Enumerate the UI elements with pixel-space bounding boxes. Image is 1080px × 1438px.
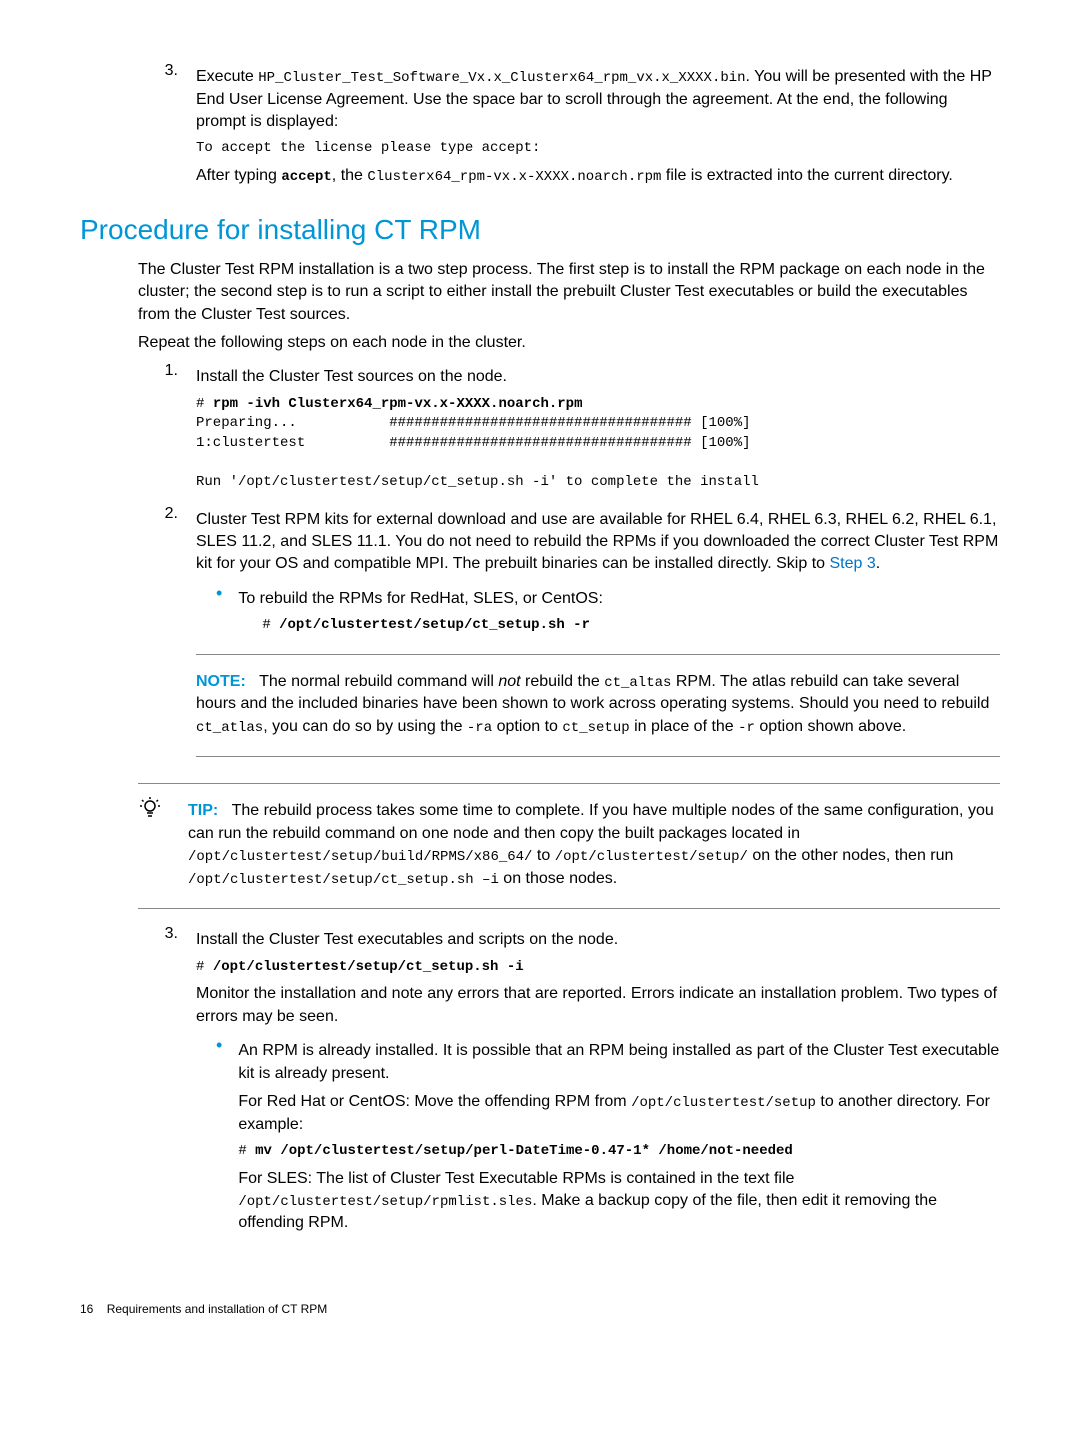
intro-paragraph-2: Repeat the following steps on each node … [138,332,1000,354]
bullet-item: • To rebuild the RPMs for RedHat, SLES, … [216,582,1000,642]
step-body: Cluster Test RPM kits for external downl… [196,503,1000,772]
step3-link[interactable]: Step 3 [830,555,876,572]
rpm-install-output: # rpm -ivh Clusterx64_rpm-vx.x-XXXX.noar… [196,395,1000,493]
step-text: Cluster Test RPM kits for external downl… [196,509,1000,576]
step-number: 1. [138,360,196,498]
license-prompt: To accept the license please type accept… [196,139,1000,159]
step-number: 2. [138,503,196,772]
rebuild-command: # /opt/clustertest/setup/ct_setup.sh -r [262,616,1000,636]
ct-step-1: 1. Install the Cluster Test sources on t… [138,360,1000,498]
note-block: NOTE: The normal rebuild command will no… [196,654,1000,758]
step-number: 3. [138,923,196,1241]
rpm-already-installed: An RPM is already installed. It is possi… [238,1040,1000,1085]
note-label: NOTE: [196,673,246,690]
tip-label: TIP: [188,802,218,819]
step-text: Install the Cluster Test executables and… [196,929,1000,951]
step-text: Execute HP_Cluster_Test_Software_Vx.x_Cl… [196,66,1000,133]
footer-title: Requirements and installation of CT RPM [107,1302,328,1316]
step-body: Install the Cluster Test executables and… [196,923,1000,1241]
tip-lightbulb-icon [138,794,188,896]
redhat-instruction: For Red Hat or CentOS: Move the offendin… [238,1091,1000,1136]
page-footer: 16 Requirements and installation of CT R… [80,1301,1000,1318]
bullet-text: To rebuild the RPMs for RedHat, SLES, or… [238,588,1000,610]
monitor-text: Monitor the installation and note any er… [196,983,1000,1028]
tip-text: TIP: The rebuild process takes some time… [188,800,1000,890]
sles-instruction: For SLES: The list of Cluster Test Execu… [238,1168,1000,1235]
bullet-item: • An RPM is already installed. It is pos… [216,1034,1000,1241]
bullet-icon: • [216,1034,238,1241]
section-title: Procedure for installing CT RPM [80,210,1000,249]
prev-step-3: 3. Execute HP_Cluster_Test_Software_Vx.x… [138,60,1000,194]
intro-paragraph-1: The Cluster Test RPM installation is a t… [138,259,1000,326]
mv-command: # mv /opt/clustertest/setup/perl-DateTim… [238,1142,1000,1162]
page-number: 16 [80,1302,93,1316]
install-command: # /opt/clustertest/setup/ct_setup.sh -i [196,958,1000,978]
step-body: Install the Cluster Test sources on the … [196,360,1000,498]
step-number: 3. [138,60,196,194]
note-text: NOTE: The normal rebuild command will no… [196,671,1000,739]
step-text: Install the Cluster Test sources on the … [196,366,1000,388]
tip-block: TIP: The rebuild process takes some time… [138,783,1000,909]
ct-step-3: 3. Install the Cluster Test executables … [138,923,1000,1241]
ct-step-2: 2. Cluster Test RPM kits for external do… [138,503,1000,772]
step-body: Execute HP_Cluster_Test_Software_Vx.x_Cl… [196,60,1000,194]
after-accept-text: After typing accept, the Clusterx64_rpm-… [196,165,1000,188]
bullet-icon: • [216,582,238,642]
